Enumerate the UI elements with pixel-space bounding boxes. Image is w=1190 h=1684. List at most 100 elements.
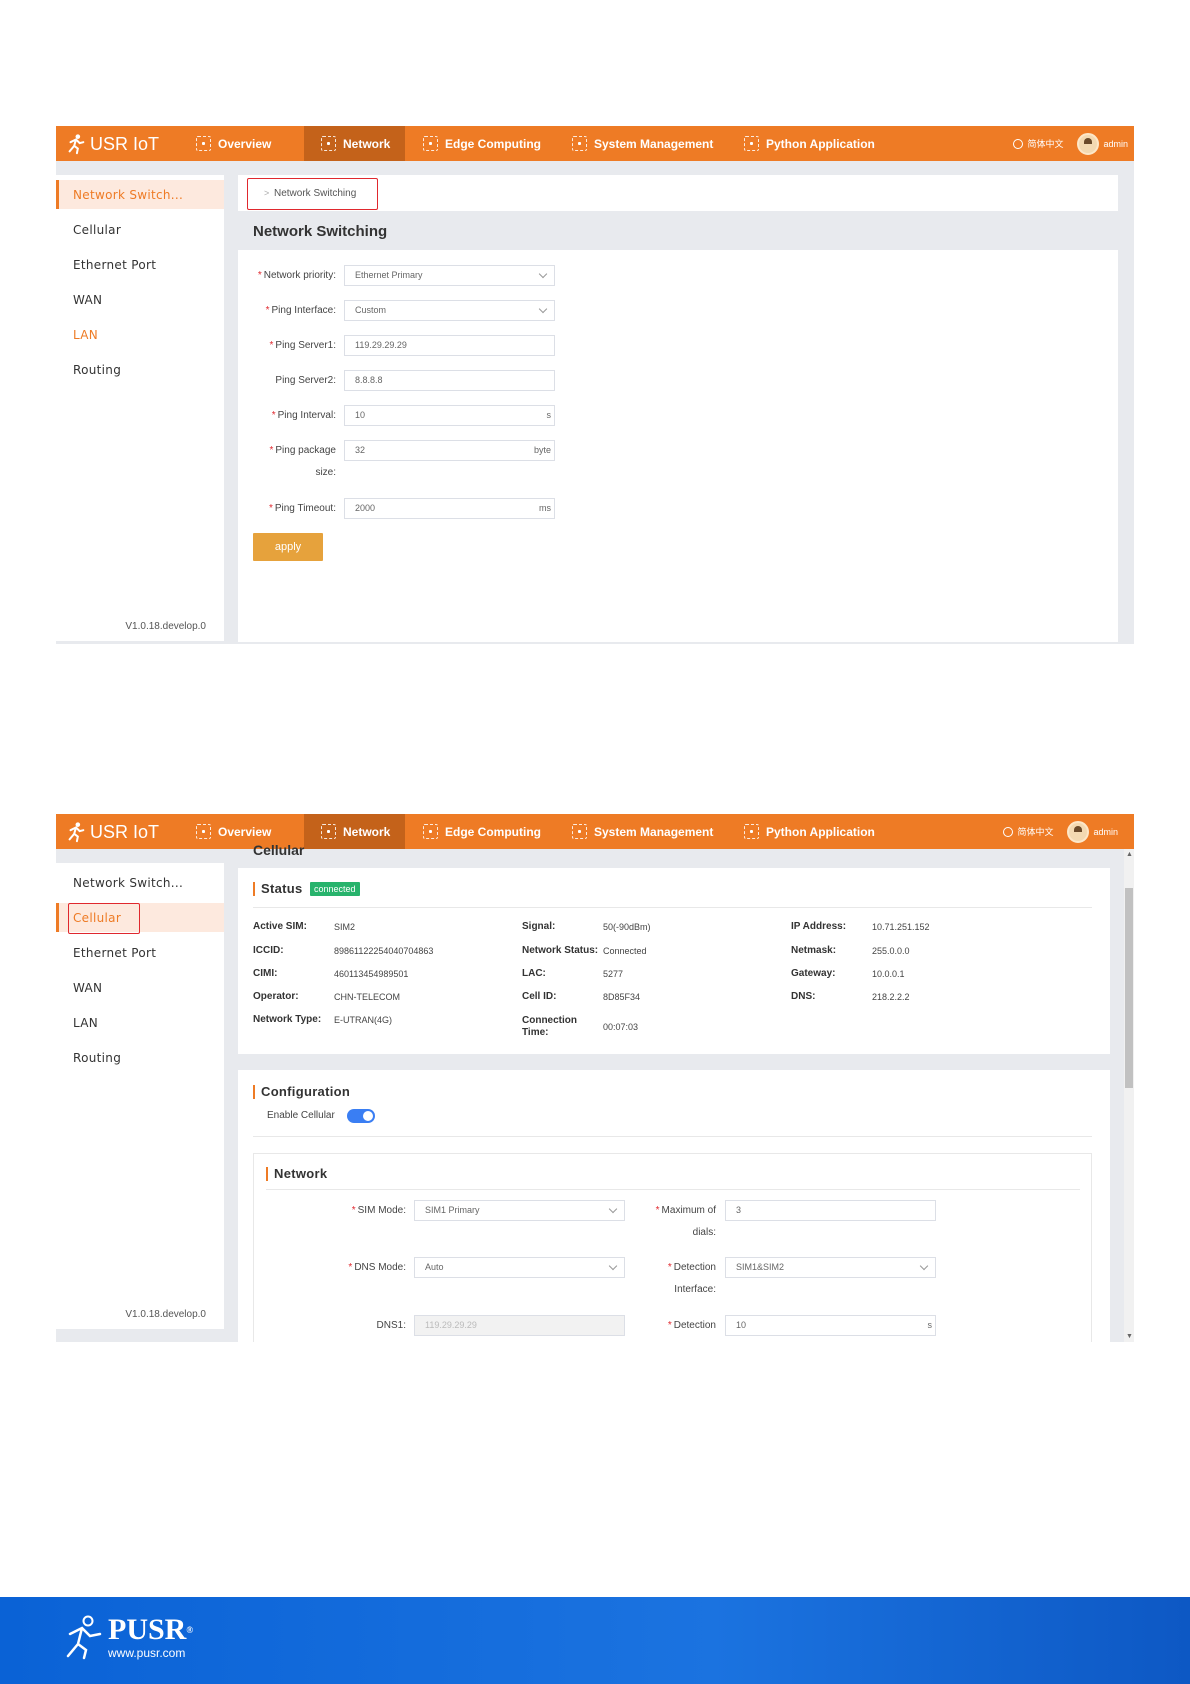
ping-interface-select[interactable]: Custom bbox=[344, 300, 555, 321]
ping-server2-input[interactable]: 8.8.8.8 bbox=[344, 370, 555, 391]
pusr-logo: PUSR® www.pusr.com bbox=[64, 1614, 193, 1660]
username[interactable]: admin bbox=[1093, 827, 1118, 837]
max-dials-label: * Maximum of bbox=[655, 1205, 716, 1216]
divider bbox=[266, 1189, 1080, 1190]
network-switching-screenshot: USR IoT Overview Network Edge Computing … bbox=[56, 126, 1134, 644]
vertical-scrollbar[interactable]: ▲ ▼ bbox=[1124, 849, 1134, 1342]
sidebar-item-routing[interactable]: Routing bbox=[56, 1043, 224, 1072]
page-title: Network Switching bbox=[253, 223, 388, 240]
nav-system-management[interactable]: System Management bbox=[572, 126, 713, 161]
ping-interval-input[interactable]: 10 s bbox=[344, 405, 555, 426]
netmask-label: Netmask: bbox=[791, 945, 837, 956]
lac-label: LAC: bbox=[522, 968, 546, 979]
detection-interface-select[interactable]: SIM1&SIM2 bbox=[725, 1257, 936, 1278]
ping-timeout-label: * Ping Timeout: bbox=[268, 503, 336, 514]
brand-logo[interactable]: USR IoT bbox=[65, 132, 159, 156]
scroll-thumb[interactable] bbox=[1125, 888, 1133, 1088]
network-priority-select[interactable]: Ethernet Primary bbox=[344, 265, 555, 286]
nav-python-application[interactable]: Python Application bbox=[744, 814, 875, 849]
sidebar-item-wan[interactable]: WAN bbox=[56, 973, 224, 1002]
sidebar-item-cellular[interactable]: Cellular bbox=[56, 215, 224, 244]
sim-mode-select[interactable]: SIM1 Primary bbox=[414, 1200, 625, 1221]
system-management-icon bbox=[572, 824, 587, 839]
chevron-down-icon bbox=[538, 304, 548, 314]
enable-cellular-toggle[interactable] bbox=[347, 1109, 375, 1123]
language-switch[interactable]: 简体中文 bbox=[1027, 137, 1063, 150]
connection-time-value: 00:07:03 bbox=[603, 1022, 639, 1032]
nav-overview[interactable]: Overview bbox=[196, 126, 271, 161]
apply-button[interactable]: apply bbox=[253, 533, 323, 561]
ping-package-size-input[interactable]: 32 byte bbox=[344, 440, 555, 461]
ping-server1-label: * Ping Server1: bbox=[269, 340, 337, 351]
ping-interface-label: * Ping Interface: bbox=[265, 305, 336, 316]
top-navigation-bar: USR IoT Overview Network Edge Computing … bbox=[56, 126, 1134, 161]
gateway-label: Gateway: bbox=[791, 968, 836, 979]
python-application-icon bbox=[744, 824, 759, 839]
ping-timeout-input[interactable]: 2000 ms bbox=[344, 498, 555, 519]
version-label: V1.0.18.develop.0 bbox=[125, 1309, 206, 1320]
version-label: V1.0.18.develop.0 bbox=[125, 621, 206, 632]
detection-label: * Detection bbox=[667, 1320, 716, 1331]
cimi-label: CIMI: bbox=[253, 968, 278, 979]
brand-logo[interactable]: USR IoT bbox=[65, 820, 159, 844]
nav-network[interactable]: Network bbox=[304, 126, 405, 161]
max-dials-input[interactable]: 3 bbox=[725, 1200, 936, 1221]
language-switch[interactable]: 简体中文 bbox=[1017, 825, 1053, 838]
network-section-title: Network bbox=[266, 1167, 327, 1181]
page-footer: PUSR® www.pusr.com bbox=[0, 1597, 1190, 1684]
detection-interface-label: * Detection bbox=[667, 1262, 716, 1273]
active-sim-label: Active SIM: bbox=[253, 921, 307, 932]
status-title: Status bbox=[253, 882, 303, 896]
cell-id-label: Cell ID: bbox=[522, 991, 557, 1002]
dns-value: 218.2.2.2 bbox=[872, 992, 910, 1002]
edge-computing-icon bbox=[423, 136, 438, 151]
sidebar-item-network-switching[interactable]: Network Switch... bbox=[56, 868, 224, 897]
detection-input[interactable]: 10 s bbox=[725, 1315, 936, 1336]
pusr-runner-icon bbox=[66, 1615, 102, 1660]
sidebar-item-lan[interactable]: LAN bbox=[56, 1008, 224, 1037]
sidebar-item-wan[interactable]: WAN bbox=[56, 285, 224, 314]
ping-timeout-unit: ms bbox=[539, 503, 551, 513]
nav-system-management[interactable]: System Management bbox=[572, 814, 713, 849]
sidebar-item-routing[interactable]: Routing bbox=[56, 355, 224, 384]
pusr-brand: PUSR® bbox=[108, 1612, 194, 1646]
operator-value: CHN-TELECOM bbox=[334, 992, 401, 1002]
ip-address-value: 10.71.251.152 bbox=[872, 922, 930, 932]
nav-edge-computing[interactable]: Edge Computing bbox=[423, 814, 541, 849]
nav-network[interactable]: Network bbox=[304, 814, 405, 849]
gateway-value: 10.0.0.1 bbox=[872, 969, 905, 979]
ping-package-size-label-line2: size: bbox=[315, 467, 336, 478]
sidebar-item-network-switching[interactable]: Network Switch... bbox=[56, 180, 224, 209]
user-area: 简体中文 admin bbox=[1013, 126, 1128, 161]
nav-python-application[interactable]: Python Application bbox=[744, 126, 875, 161]
ping-server2-label: Ping Server2: bbox=[275, 375, 336, 386]
ping-package-size-label: * Ping package bbox=[269, 445, 336, 456]
status-badge: connected bbox=[310, 882, 360, 896]
overview-icon bbox=[196, 824, 211, 839]
avatar[interactable] bbox=[1067, 820, 1090, 843]
sidebar-item-lan[interactable]: LAN bbox=[56, 320, 224, 349]
scroll-up-icon[interactable]: ▲ bbox=[1126, 851, 1133, 858]
ping-interval-label: * Ping Interval: bbox=[271, 410, 336, 421]
scroll-down-icon[interactable]: ▼ bbox=[1126, 1333, 1133, 1340]
globe-icon bbox=[1013, 138, 1024, 149]
dns-mode-label: * DNS Mode: bbox=[348, 1262, 406, 1273]
dns1-input: 119.29.29.29 bbox=[414, 1315, 625, 1336]
enable-cellular-label: Enable Cellular bbox=[267, 1110, 335, 1121]
avatar[interactable] bbox=[1077, 132, 1100, 155]
brand-name: USR IoT bbox=[90, 821, 160, 842]
sidebar-item-ethernet-port[interactable]: Ethernet Port bbox=[56, 938, 224, 967]
username[interactable]: admin bbox=[1103, 139, 1128, 149]
pusr-url[interactable]: www.pusr.com bbox=[108, 1646, 193, 1660]
network-status-label: Network Status: bbox=[522, 945, 599, 956]
network-type-value: E-UTRAN(4G) bbox=[334, 1015, 392, 1025]
divider bbox=[253, 907, 1092, 908]
ip-address-label: IP Address: bbox=[791, 921, 847, 932]
ping-server1-input[interactable]: 119.29.29.29 bbox=[344, 335, 555, 356]
brand-name: USR IoT bbox=[90, 133, 160, 154]
globe-icon bbox=[1003, 826, 1014, 837]
sidebar-item-ethernet-port[interactable]: Ethernet Port bbox=[56, 250, 224, 279]
iccid-value: 89861122254040704863 bbox=[334, 946, 434, 956]
dns-mode-select[interactable]: Auto bbox=[414, 1257, 625, 1278]
nav-edge-computing[interactable]: Edge Computing bbox=[423, 126, 541, 161]
